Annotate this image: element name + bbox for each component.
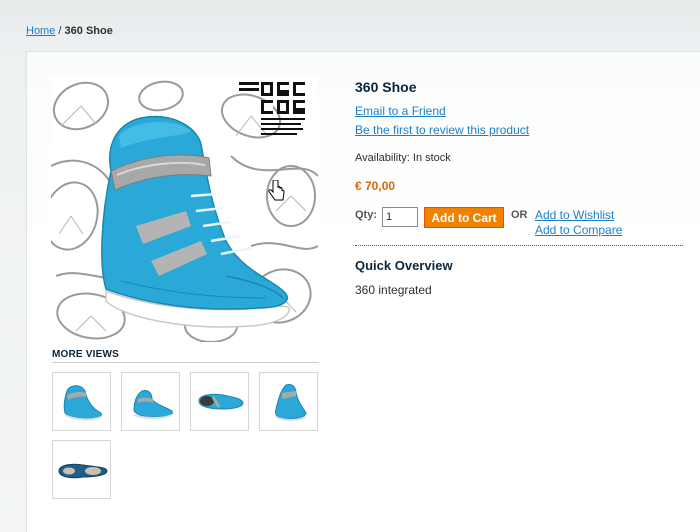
add-to-cart-button[interactable]: Add to Cart bbox=[424, 207, 504, 228]
shoe-thumbnail-icon bbox=[198, 393, 244, 410]
thumbnail-sole-view[interactable] bbox=[52, 440, 111, 499]
breadcrumb-separator: / bbox=[58, 25, 62, 37]
availability-label: Availability: bbox=[355, 152, 410, 164]
add-to-wishlist-link[interactable]: Add to Wishlist bbox=[535, 208, 614, 222]
shoe-thumbnail-icon bbox=[133, 390, 173, 419]
shoe-thumbnail-icon bbox=[63, 385, 102, 421]
email-to-friend-link[interactable]: Email to a Friend bbox=[355, 104, 446, 118]
product-name: 360 Shoe bbox=[355, 79, 417, 95]
breadcrumb-current: 360 Shoe bbox=[64, 25, 113, 37]
shoe-thumbnail-icon bbox=[275, 384, 307, 421]
availability-value: In stock bbox=[412, 152, 451, 164]
sneaker-graphic bbox=[101, 115, 290, 328]
thumbnail-back-view[interactable] bbox=[259, 372, 318, 431]
qty-label: Qty: bbox=[355, 209, 377, 221]
thumbnail-top-view[interactable] bbox=[190, 372, 249, 431]
thumbnail-side-view-2[interactable] bbox=[121, 372, 180, 431]
quick-overview-text: 360 integrated bbox=[355, 283, 432, 297]
thumbnail-side-view[interactable] bbox=[52, 372, 111, 431]
availability: Availability: In stock bbox=[355, 152, 451, 164]
divider bbox=[355, 245, 683, 246]
add-to-compare-link[interactable]: Add to Compare bbox=[535, 223, 622, 237]
brand-logo bbox=[239, 82, 305, 135]
quick-overview-title: Quick Overview bbox=[355, 258, 453, 273]
breadcrumb-home-link[interactable]: Home bbox=[26, 25, 55, 37]
breadcrumb: Home / 360 Shoe bbox=[26, 25, 113, 37]
qty-input[interactable] bbox=[382, 207, 418, 227]
product-main-image[interactable] bbox=[51, 76, 318, 342]
product-price: € 70,00 bbox=[355, 179, 396, 193]
or-label: OR bbox=[511, 209, 528, 221]
more-views-title: MORE VIEWS bbox=[52, 349, 319, 363]
write-review-link[interactable]: Be the first to review this product bbox=[355, 123, 529, 137]
shoe-sole-thumbnail-icon bbox=[58, 463, 108, 479]
hand-cursor-icon bbox=[268, 180, 285, 201]
